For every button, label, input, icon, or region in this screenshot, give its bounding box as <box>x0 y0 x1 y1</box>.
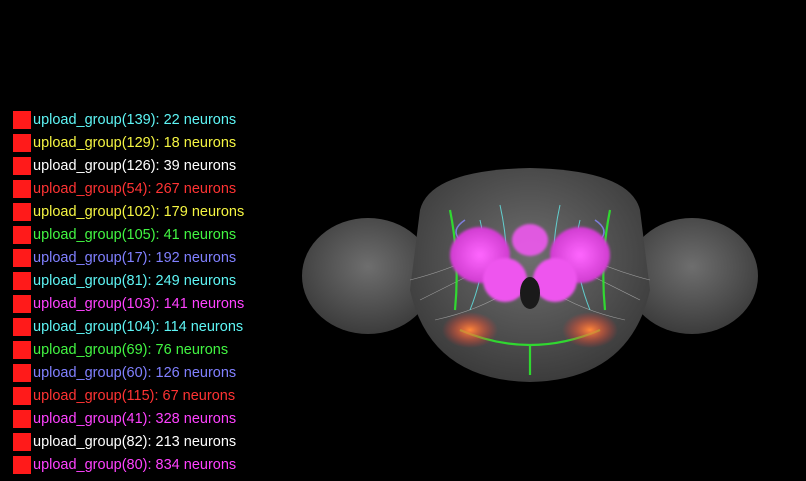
legend-item-label: upload_group(126): 39 neurons <box>33 157 237 174</box>
legend-item[interactable]: upload_group(41): 328 neurons <box>13 407 244 430</box>
legend-item-label: upload_group(60): 126 neurons <box>33 364 237 381</box>
legend-item-label: upload_group(82): 213 neurons <box>33 433 237 450</box>
brain-3d-viewer[interactable] <box>300 160 760 400</box>
legend-item-label: upload_group(41): 328 neurons <box>33 410 237 427</box>
legend-color-swatch[interactable] <box>13 386 31 405</box>
legend-color-swatch[interactable] <box>13 455 31 474</box>
legend-color-swatch[interactable] <box>13 133 31 152</box>
legend-item[interactable]: upload_group(103): 141 neurons <box>13 292 244 315</box>
legend-color-swatch[interactable] <box>13 202 31 221</box>
legend-item[interactable]: upload_group(129): 18 neurons <box>13 131 244 154</box>
legend-item-label: upload_group(102): 179 neurons <box>33 203 245 220</box>
legend-color-swatch[interactable] <box>13 294 31 313</box>
legend-color-swatch[interactable] <box>13 340 31 359</box>
legend-color-swatch[interactable] <box>13 248 31 267</box>
legend-color-swatch[interactable] <box>13 432 31 451</box>
legend-item-label: upload_group(69): 76 neurons <box>33 341 229 358</box>
legend-item-label: upload_group(17): 192 neurons <box>33 249 237 266</box>
legend-item[interactable]: upload_group(115): 67 neurons <box>13 384 244 407</box>
legend-color-swatch[interactable] <box>13 363 31 382</box>
legend-color-swatch[interactable] <box>13 179 31 198</box>
legend-item-label: upload_group(54): 267 neurons <box>33 180 237 197</box>
legend-item-label: upload_group(81): 249 neurons <box>33 272 237 289</box>
legend-item-label: upload_group(105): 41 neurons <box>33 226 237 243</box>
legend-item[interactable]: upload_group(69): 76 neurons <box>13 338 244 361</box>
legend-color-swatch[interactable] <box>13 156 31 175</box>
legend-item[interactable]: upload_group(60): 126 neurons <box>13 361 244 384</box>
legend-item[interactable]: upload_group(105): 41 neurons <box>13 223 244 246</box>
legend-item-label: upload_group(115): 67 neurons <box>33 387 236 404</box>
legend-item[interactable]: upload_group(81): 249 neurons <box>13 269 244 292</box>
legend-item[interactable]: upload_group(104): 114 neurons <box>13 315 244 338</box>
legend-color-swatch[interactable] <box>13 271 31 290</box>
esophageal-foramen <box>520 277 540 309</box>
legend-item[interactable]: upload_group(139): 22 neurons <box>13 108 244 131</box>
legend-item[interactable]: upload_group(126): 39 neurons <box>13 154 244 177</box>
legend-color-swatch[interactable] <box>13 317 31 336</box>
legend-item[interactable]: upload_group(17): 192 neurons <box>13 246 244 269</box>
legend-color-swatch[interactable] <box>13 225 31 244</box>
legend-item[interactable]: upload_group(54): 267 neurons <box>13 177 244 200</box>
legend-item[interactable]: upload_group(80): 834 neurons <box>13 453 244 476</box>
legend-item[interactable]: upload_group(102): 179 neurons <box>13 200 244 223</box>
legend-color-swatch[interactable] <box>13 409 31 428</box>
legend-item-label: upload_group(104): 114 neurons <box>33 318 244 335</box>
legend-color-swatch[interactable] <box>13 110 31 129</box>
neuron-group-legend: upload_group(139): 22 neurons upload_grou… <box>13 108 244 476</box>
legend-item-label: upload_group(80): 834 neurons <box>33 456 237 473</box>
legend-item-label: upload_group(139): 22 neurons <box>33 111 237 128</box>
legend-item-label: upload_group(103): 141 neurons <box>33 295 245 312</box>
legend-item-label: upload_group(129): 18 neurons <box>33 134 237 151</box>
legend-item[interactable]: upload_group(82): 213 neurons <box>13 430 244 453</box>
